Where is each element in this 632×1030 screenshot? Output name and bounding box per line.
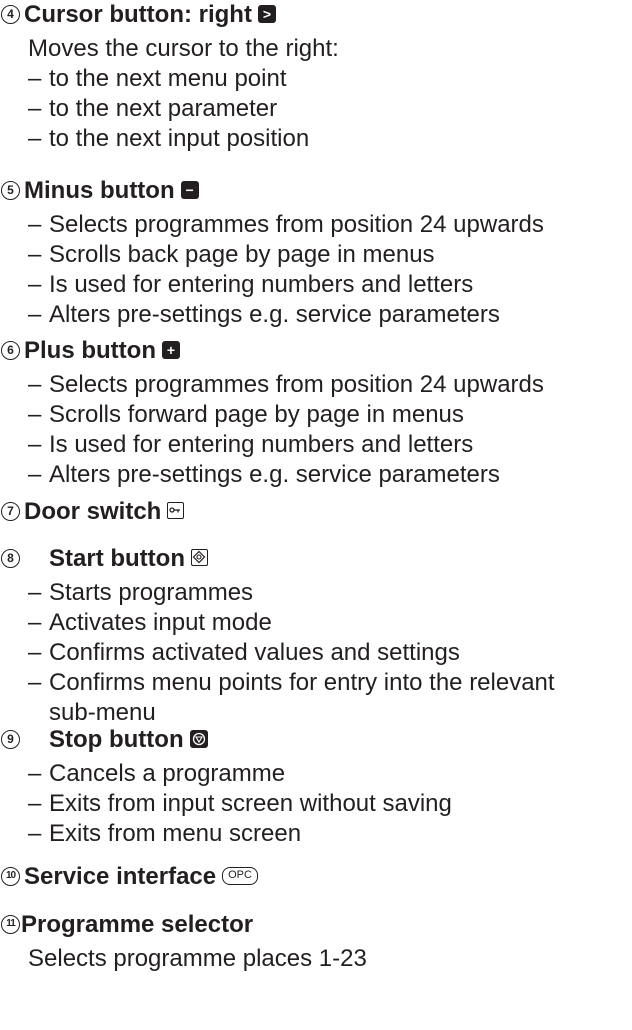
section-title: Start button [49, 545, 185, 572]
item-number: 4 [1, 5, 20, 24]
section-heading: 11 Programme selector [0, 910, 632, 944]
list-item: Selects programmes from position 24 upwa… [0, 210, 632, 240]
section-plus-button: 6 Plus button + Selects programmes from p… [0, 336, 632, 490]
section-minus-button: 5 Minus button− Selects programmes from … [0, 176, 632, 330]
list-item: to the next menu point [0, 64, 632, 94]
item-number: 7 [1, 502, 20, 521]
item-number: 5 [1, 181, 20, 200]
stop-icon [189, 729, 208, 748]
section-heading: 9 Stop button [0, 725, 632, 759]
section-title: Cursor button: right [24, 1, 252, 28]
section-heading: 7 Door switch [0, 497, 632, 531]
section-programme-selector: 11 Programme selector Selects programme … [0, 910, 632, 974]
list-item-continuation: sub-menu [49, 699, 156, 726]
item-number: 8 [1, 549, 20, 568]
list-item: Confirms activated values and settings [0, 638, 632, 668]
section-title: Minus button [24, 177, 175, 204]
section-cursor-right: 4 Cursor button: right > Moves the cursor… [0, 0, 632, 154]
list-item: Alters pre-settings e.g. service paramet… [0, 460, 632, 490]
list-item: Starts programmes [0, 578, 632, 608]
list-item: Confirms menu points for entry into the … [0, 668, 632, 698]
section-title: Stop button [49, 726, 184, 753]
opc-icon: OPC [222, 866, 258, 885]
section-start-button: 8 Start button Starts programmes Activat… [0, 544, 632, 728]
list-item: Scrolls forward page by page in menus [0, 400, 632, 430]
item-number: 10 [1, 867, 20, 886]
list-item: Is used for entering numbers and letters [0, 270, 632, 300]
list-item: to the next parameter [0, 94, 632, 124]
list-item: Selects programmes from position 24 upwa… [0, 370, 632, 400]
list-item: to the next input position [0, 124, 632, 154]
section-title: Door switch [24, 498, 162, 525]
section-title: Service interface [24, 863, 217, 890]
plus-box-icon: + [161, 340, 180, 359]
item-number: 11 [1, 915, 20, 934]
section-description: Moves the cursor to the right: [28, 35, 339, 62]
list-item: Exits from input screen without saving [0, 789, 632, 819]
item-number: 6 [1, 341, 20, 360]
list-item: Cancels a programme [0, 759, 632, 789]
list-item: Activates input mode [0, 608, 632, 638]
list-item: Is used for entering numbers and letters [0, 430, 632, 460]
arrow-right-box-icon: > [257, 4, 276, 23]
key-icon [167, 502, 185, 520]
section-heading: 6 Plus button + [0, 336, 632, 370]
section-description: Selects programme places 1-23 [28, 945, 367, 972]
section-heading: 8 Start button [0, 544, 632, 578]
section-title: Programme selector [21, 911, 254, 938]
section-stop-button: 9 Stop button Cancels a programme Exits … [0, 725, 632, 849]
list-item: Alters pre-settings e.g. service paramet… [0, 300, 632, 330]
item-number: 9 [1, 730, 20, 749]
section-service-interface: 10 Service interface OPC [0, 862, 632, 896]
section-heading: 10 Service interface OPC [0, 862, 632, 896]
list-item: Exits from menu screen [0, 819, 632, 849]
section-heading: 5 Minus button − [0, 176, 632, 210]
section-title: Plus button [24, 337, 156, 364]
section-door-switch: 7 Door switch [0, 497, 632, 531]
start-diamond-icon [190, 549, 208, 567]
section-heading: 4 Cursor button: right > [0, 0, 632, 34]
list-item: Scrolls back page by page in menus [0, 240, 632, 270]
minus-box-icon: − [180, 180, 199, 199]
